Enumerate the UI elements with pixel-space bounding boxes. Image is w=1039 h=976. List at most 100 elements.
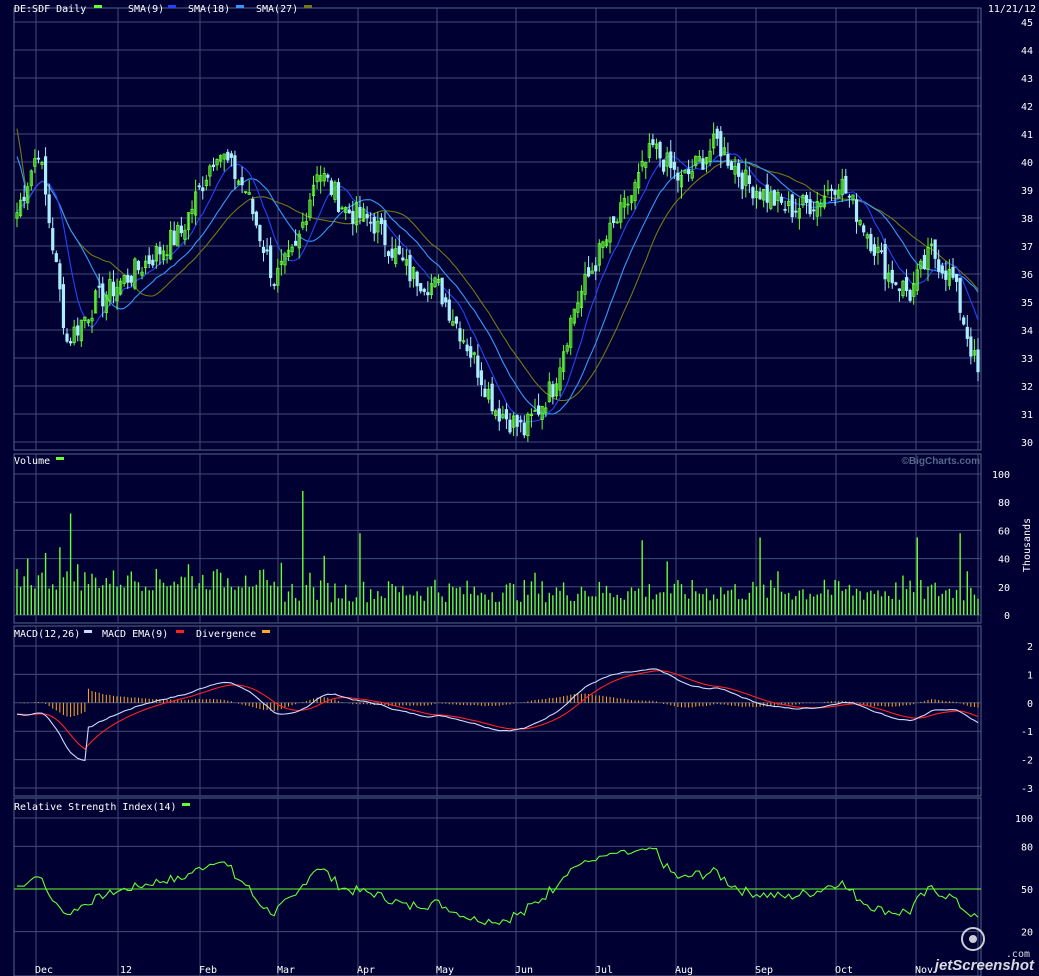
candle-body (933, 239, 937, 259)
volume-bar (830, 594, 833, 615)
volume-bar (166, 586, 168, 615)
price-tick-label: 42 (1021, 102, 1033, 113)
volume-bar (977, 598, 979, 615)
candle-body (479, 370, 484, 386)
candle-body (715, 128, 719, 139)
volume-bar (752, 581, 754, 615)
volume-bar (387, 581, 390, 615)
volume-bar (895, 582, 897, 615)
candle-body (336, 182, 341, 212)
volume-bar (712, 594, 715, 615)
price-tick-label: 30 (1021, 438, 1033, 449)
candle-body (22, 196, 26, 202)
volume-bar (80, 590, 83, 615)
volume-bar (855, 588, 858, 615)
volume-bar (916, 537, 918, 615)
candle-body (701, 158, 705, 170)
x-axis-label: Jul (595, 965, 613, 976)
volume-tick-label: 80 (998, 498, 1010, 509)
volume-bar (227, 578, 229, 615)
volume-bar (787, 592, 790, 615)
volume-bar (198, 583, 200, 615)
candle-body (737, 163, 741, 177)
volume-bar (762, 584, 765, 615)
volume-bar (816, 594, 818, 615)
candle-body (158, 246, 162, 255)
volume-bar (209, 589, 211, 615)
volume-bar (941, 593, 943, 615)
volume-bar (52, 584, 54, 615)
volume-bar (441, 596, 443, 615)
candle-body (672, 161, 676, 170)
price-legend-swatch (94, 5, 102, 8)
volume-bar (520, 601, 522, 615)
volume-bar (148, 590, 150, 615)
candle-body (940, 265, 944, 274)
volume-bar (309, 572, 311, 615)
candle-body (369, 221, 373, 224)
volume-bar (534, 572, 536, 615)
volume-bar (394, 586, 397, 615)
volume-bar (652, 599, 654, 615)
volume-bar (780, 591, 783, 615)
volume-bar (66, 571, 68, 615)
volume-bar (673, 583, 676, 615)
price-tick-label: 43 (1021, 74, 1033, 85)
volume-bar (952, 597, 954, 615)
candle-body (254, 211, 258, 226)
x-axis-label: May (436, 965, 454, 976)
candle-body (226, 151, 230, 161)
volume-bar (244, 575, 247, 615)
volume-bar (377, 591, 379, 615)
volume-bar (537, 593, 540, 615)
volume-bar (577, 593, 579, 615)
candle-body (47, 194, 51, 224)
volume-bar (273, 581, 275, 615)
volume-bar (219, 572, 222, 615)
candle-body (862, 225, 866, 233)
volume-bar (691, 580, 693, 615)
candle-body (662, 159, 666, 172)
volume-bar (419, 595, 422, 615)
volume-bar (359, 533, 361, 615)
volume-bar (862, 599, 865, 615)
volume-tick-label: 20 (998, 583, 1010, 594)
volume-bar (241, 587, 243, 615)
candle-body (515, 415, 519, 427)
volume-bar (837, 581, 840, 615)
volume-bar (412, 595, 415, 615)
volume-bar (770, 580, 772, 615)
volume-bar (105, 578, 108, 615)
volume-bar (262, 569, 265, 615)
volume-bar (27, 558, 29, 615)
price-tick-label: 41 (1021, 130, 1033, 141)
volume-bar (637, 588, 640, 615)
candle-body (444, 297, 448, 303)
candle-body (908, 289, 912, 301)
volume-bar (687, 598, 690, 615)
volume-bar (305, 584, 308, 615)
volume-bar (34, 588, 36, 615)
volume-bar (44, 552, 47, 615)
candle-body (519, 420, 523, 423)
volume-bar (444, 601, 447, 615)
volume-bar (866, 592, 868, 615)
macd-tick-label: -3 (1021, 784, 1033, 795)
candle-body (669, 151, 673, 169)
volume-bar (705, 588, 708, 615)
volume-bar (470, 593, 472, 615)
candle-body (229, 153, 233, 158)
candle-body (261, 246, 266, 254)
candle-body (379, 217, 383, 225)
candle-body (751, 187, 755, 199)
volume-bar (466, 580, 468, 615)
volume-bar (391, 583, 393, 615)
candle-body (904, 277, 909, 291)
volume-bar (248, 587, 250, 615)
candle-body (729, 161, 734, 170)
candle-body (233, 155, 237, 180)
candle-body (440, 277, 444, 305)
volume-bar (187, 564, 190, 615)
volume-bar (891, 598, 893, 615)
volume-bar (102, 585, 104, 615)
